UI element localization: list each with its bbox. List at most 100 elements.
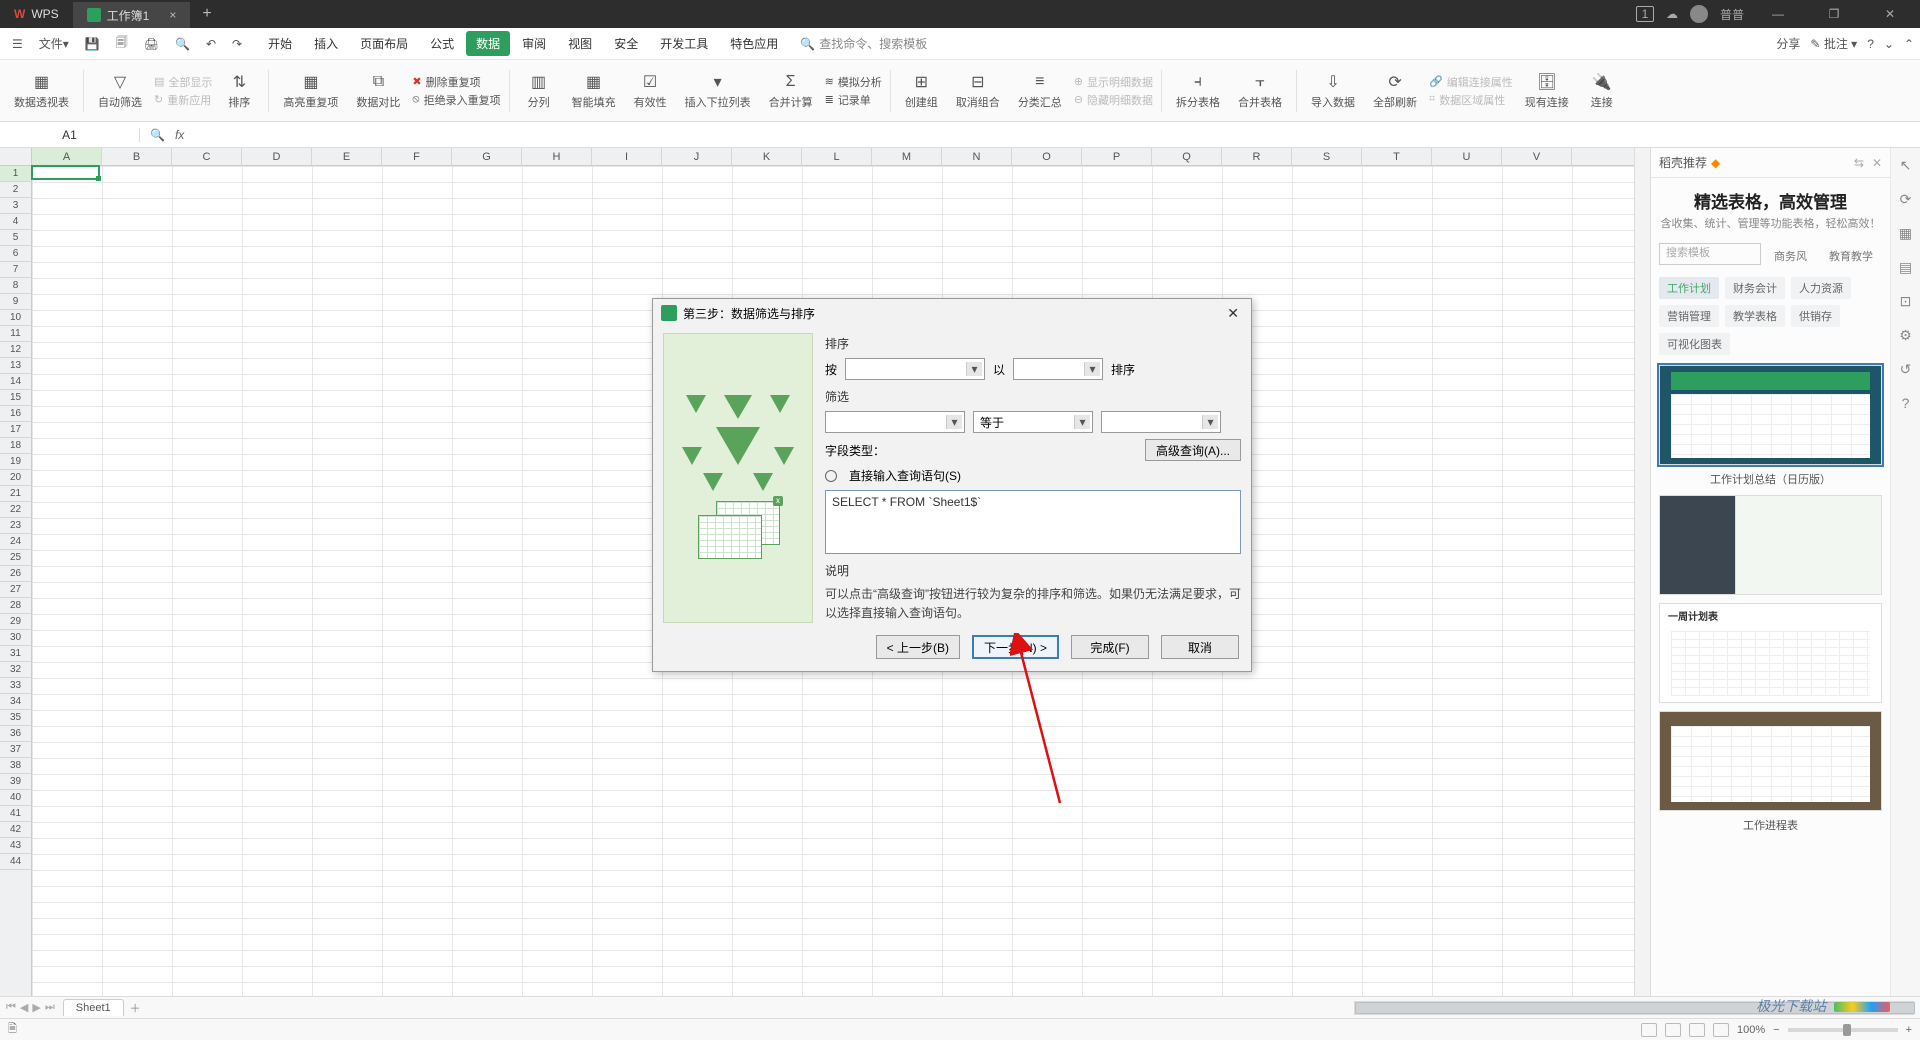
row-header[interactable]: 20 xyxy=(0,470,31,486)
window-restore-icon[interactable]: ❐ xyxy=(1812,0,1856,28)
column-header[interactable]: U xyxy=(1432,148,1502,165)
user-avatar-icon[interactable] xyxy=(1690,5,1708,23)
column-header[interactable]: Q xyxy=(1152,148,1222,165)
print-direct-icon[interactable]: 🗐 xyxy=(110,29,134,58)
menu-tab-数据[interactable]: 数据 xyxy=(466,31,510,56)
row-header[interactable]: 30 xyxy=(0,630,31,646)
column-header[interactable]: D xyxy=(242,148,312,165)
template-tag[interactable]: 供销存 xyxy=(1791,305,1840,327)
column-header[interactable]: T xyxy=(1362,148,1432,165)
panel-menu-icon[interactable]: ⇆ xyxy=(1854,156,1864,170)
row-header[interactable]: 35 xyxy=(0,710,31,726)
menu-tab-公式[interactable]: 公式 xyxy=(420,31,464,56)
fx-icon[interactable]: 🔍 fx xyxy=(140,128,194,142)
row-header[interactable]: 32 xyxy=(0,662,31,678)
zoom-value[interactable]: 100% xyxy=(1737,1024,1765,1036)
menu-tab-审阅[interactable]: 审阅 xyxy=(512,31,556,56)
spreadsheet-area[interactable]: ABCDEFGHIJKLMNOPQRSTUV 12345678910111213… xyxy=(0,148,1650,996)
sheet-next-icon[interactable]: ▶ xyxy=(32,1001,40,1014)
row-header[interactable]: 43 xyxy=(0,838,31,854)
ribbon-sort[interactable]: ⇅排序 xyxy=(218,72,260,110)
view-pagebreak-icon[interactable] xyxy=(1665,1023,1681,1037)
row-header[interactable]: 17 xyxy=(0,422,31,438)
column-header[interactable]: A xyxy=(32,148,102,165)
view-normal-icon[interactable] xyxy=(1641,1023,1657,1037)
new-tab-button[interactable]: + xyxy=(190,5,223,23)
row-header[interactable]: 36 xyxy=(0,726,31,742)
style-chip-business[interactable]: 商务风 xyxy=(1765,243,1816,269)
ribbon-data-compare[interactable]: ⧉数据对比 xyxy=(350,72,406,110)
sidebar-help-icon[interactable]: ? xyxy=(1897,394,1915,412)
row-header[interactable]: 15 xyxy=(0,390,31,406)
statusbar-doc-icon[interactable]: 🗎 xyxy=(8,1020,17,1039)
notification-badge[interactable]: 1 xyxy=(1636,6,1654,22)
column-header[interactable]: E xyxy=(312,148,382,165)
help-icon[interactable]: ? xyxy=(1867,37,1874,51)
menu-tab-安全[interactable]: 安全 xyxy=(604,31,648,56)
row-header[interactable]: 21 xyxy=(0,486,31,502)
row-header[interactable]: 26 xyxy=(0,566,31,582)
zoom-in-icon[interactable]: + xyxy=(1906,1024,1912,1036)
file-menu[interactable]: 文件 ▾ xyxy=(33,31,75,56)
row-header[interactable]: 12 xyxy=(0,342,31,358)
ribbon-reapply[interactable]: ↻重新应用 xyxy=(154,92,212,108)
dialog-titlebar[interactable]: 第三步：数据筛选与排序 ✕ xyxy=(653,299,1251,327)
row-header[interactable]: 8 xyxy=(0,278,31,294)
name-box[interactable]: A1 xyxy=(0,128,140,142)
template-tag[interactable]: 财务会计 xyxy=(1725,277,1785,299)
template-tag[interactable]: 可视化图表 xyxy=(1659,333,1730,355)
zoom-out-icon[interactable]: − xyxy=(1773,1024,1779,1036)
user-name[interactable]: 普普 xyxy=(1720,6,1744,23)
template-card[interactable] xyxy=(1659,495,1882,595)
sql-textarea[interactable]: SELECT * FROM `Sheet1$` xyxy=(825,490,1241,554)
row-header[interactable]: 2 xyxy=(0,182,31,198)
sidebar-refresh-icon[interactable]: ⟳ xyxy=(1897,190,1915,208)
template-tag[interactable]: 工作计划 xyxy=(1659,277,1719,299)
tab-close-icon[interactable]: × xyxy=(169,8,176,22)
column-header[interactable]: O xyxy=(1012,148,1082,165)
template-tag[interactable]: 营销管理 xyxy=(1659,305,1719,327)
style-chip-education[interactable]: 教育教学 xyxy=(1820,243,1882,269)
row-header[interactable]: 42 xyxy=(0,822,31,838)
filter-field-combo[interactable]: ▾ xyxy=(825,411,965,433)
row-header[interactable]: 5 xyxy=(0,230,31,246)
save-icon[interactable]: 💾 xyxy=(79,33,106,55)
template-tag[interactable]: 教学表格 xyxy=(1725,305,1785,327)
ribbon-smart-fill[interactable]: ▦智能填充 xyxy=(566,72,622,110)
row-header[interactable]: 28 xyxy=(0,598,31,614)
column-headers[interactable]: ABCDEFGHIJKLMNOPQRSTUV xyxy=(32,148,1634,166)
ribbon-consolidate[interactable]: Σ合并计算 xyxy=(763,72,819,110)
column-header[interactable]: F xyxy=(382,148,452,165)
row-header[interactable]: 39 xyxy=(0,774,31,790)
row-header[interactable]: 14 xyxy=(0,374,31,390)
ribbon-validity[interactable]: ☑有效性 xyxy=(628,72,673,110)
column-header[interactable]: R xyxy=(1222,148,1292,165)
column-header[interactable]: K xyxy=(732,148,802,165)
undo-icon[interactable]: ↶ xyxy=(200,33,222,55)
sidebar-history-icon[interactable]: ↺ xyxy=(1897,360,1915,378)
row-headers[interactable]: 1234567891011121314151617181920212223242… xyxy=(0,166,32,996)
row-header[interactable]: 16 xyxy=(0,406,31,422)
ribbon-show-all[interactable]: ▤全部显示 xyxy=(154,74,212,90)
row-header[interactable]: 38 xyxy=(0,758,31,774)
row-header[interactable]: 44 xyxy=(0,854,31,870)
ribbon-highlight-dup[interactable]: ▦高亮重复项 xyxy=(277,72,344,110)
window-minimize-icon[interactable]: — xyxy=(1756,0,1800,28)
cancel-button[interactable]: 取消 xyxy=(1161,635,1239,659)
sidebar-clipboard-icon[interactable]: ▦ xyxy=(1897,224,1915,242)
row-header[interactable]: 27 xyxy=(0,582,31,598)
column-header[interactable]: B xyxy=(102,148,172,165)
ribbon-existing-connections[interactable]: 🗄现有连接 xyxy=(1519,72,1575,110)
dialog-close-icon[interactable]: ✕ xyxy=(1223,305,1243,322)
column-header[interactable]: M xyxy=(872,148,942,165)
row-header[interactable]: 18 xyxy=(0,438,31,454)
panel-close-icon[interactable]: ✕ xyxy=(1872,156,1882,170)
menu-tab-页面布局[interactable]: 页面布局 xyxy=(350,31,418,56)
row-header[interactable]: 3 xyxy=(0,198,31,214)
ribbon-group[interactable]: ⊞创建组 xyxy=(899,72,944,110)
app-tab-wps[interactable]: W WPS xyxy=(0,0,73,28)
column-header[interactable]: H xyxy=(522,148,592,165)
template-search-input[interactable]: 搜索模板 xyxy=(1659,243,1761,265)
column-header[interactable]: I xyxy=(592,148,662,165)
command-search[interactable]: 🔍 查找命令、搜索模板 xyxy=(800,35,927,52)
